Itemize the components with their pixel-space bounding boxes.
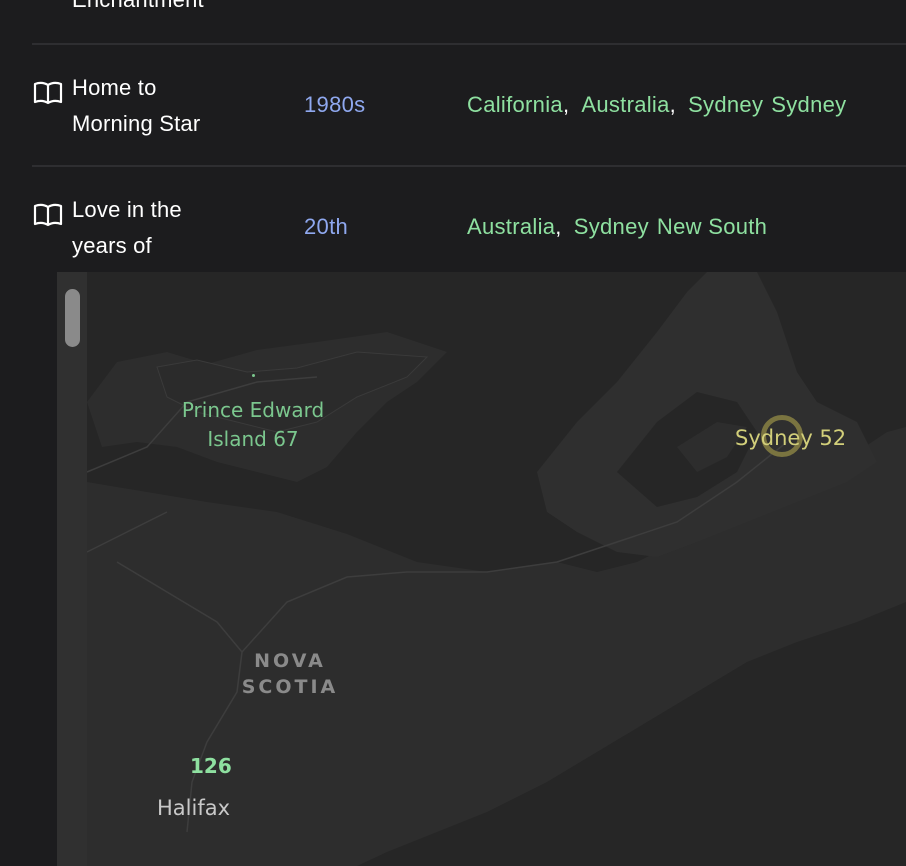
row-divider <box>32 165 906 167</box>
map-label-prince-edward-island[interactable]: Prince Edward Island 67 <box>175 396 331 454</box>
open-book-icon <box>33 81 63 105</box>
era-link[interactable]: 20th <box>304 214 348 240</box>
list-item[interactable]: Home to Morning Star 1980s California, Au… <box>32 70 906 166</box>
map-region-label: NOVA SCOTIA <box>235 648 345 700</box>
map-label-line: Island 67 <box>207 427 299 451</box>
row-title-line: Morning Star <box>72 111 201 136</box>
place-link[interactable]: Sydney <box>688 92 763 117</box>
page: Enchantment Home to Morning Star 1980s C… <box>0 0 906 866</box>
scrollbar-thumb[interactable] <box>65 289 80 347</box>
row-title[interactable]: Love in the years of <box>72 192 272 264</box>
separator: , <box>555 214 562 239</box>
map-scrollbar[interactable] <box>57 272 87 866</box>
place-link[interactable]: New South <box>657 214 767 239</box>
place-link[interactable]: Sydney <box>574 214 649 239</box>
map-view[interactable]: Prince Edward Island 67 Sydney 52 NOVA S… <box>57 272 906 866</box>
map-city-label-halifax: Halifax <box>157 796 231 820</box>
place-list: Australia, Sydney New South <box>467 214 767 240</box>
row-title-line: Home to <box>72 75 157 100</box>
row-title[interactable]: Home to Morning Star <box>72 70 272 142</box>
open-book-icon <box>33 203 63 227</box>
list-item[interactable]: Love in the years of 20th Australia, Sydn… <box>32 192 906 282</box>
map-label-sydney[interactable]: Sydney 52 <box>735 426 846 450</box>
row-title-line: years of <box>72 233 152 258</box>
map-label-line: SCOTIA <box>241 676 339 698</box>
map-landmass <box>86 272 906 866</box>
place-link[interactable]: Australia <box>581 92 669 117</box>
map-label-line: Prince Edward <box>181 398 325 422</box>
map-label-line: NOVA <box>254 650 326 672</box>
separator: , <box>669 92 677 117</box>
row-title-line: Enchantment <box>72 0 204 12</box>
row-title-line: Love in the <box>72 197 182 222</box>
place-link[interactable]: California <box>467 92 563 117</box>
place-link[interactable]: Sydney <box>771 92 846 117</box>
row-divider <box>32 43 906 45</box>
era-link[interactable]: 1980s <box>304 92 365 118</box>
map-cluster-count[interactable]: 126 <box>190 754 232 778</box>
separator: , <box>562 92 570 117</box>
row-title[interactable]: Enchantment <box>72 0 372 18</box>
place-link[interactable]: Australia <box>467 214 555 239</box>
map-point-marker[interactable] <box>252 374 255 377</box>
place-list: California, Australia, Sydney Sydney <box>467 92 846 118</box>
